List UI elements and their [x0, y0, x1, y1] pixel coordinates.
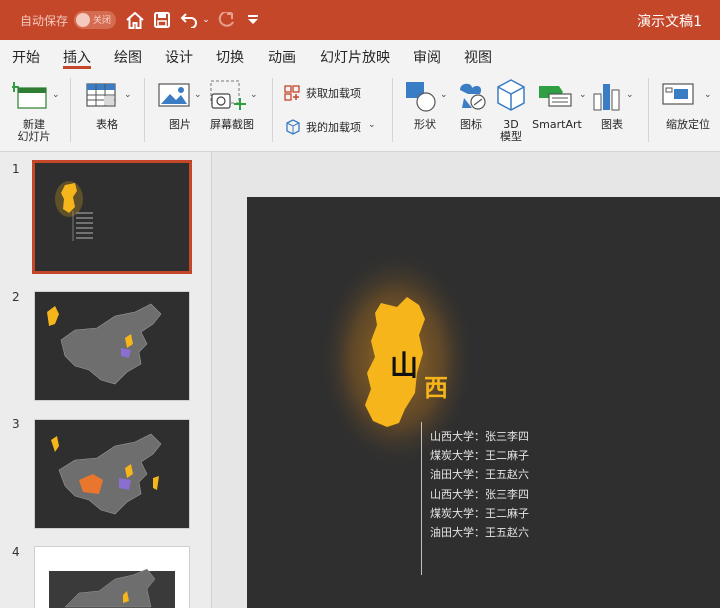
- customize-toolbar-icon[interactable]: [244, 9, 262, 31]
- tab-review[interactable]: 审阅: [413, 47, 441, 67]
- slide-number: 2: [12, 290, 20, 304]
- zoom-icon: [662, 83, 694, 105]
- tab-insert[interactable]: 插入: [63, 47, 91, 67]
- table-icon: [86, 83, 116, 107]
- tab-home[interactable]: 开始: [12, 47, 40, 67]
- document-title: 演示文稿1: [637, 14, 702, 30]
- tab-design[interactable]: 设计: [165, 47, 193, 67]
- slide-thumbnail-2[interactable]: [34, 291, 190, 401]
- smartart-icon: [539, 86, 572, 107]
- slide-title-char-2: 西: [424, 373, 448, 402]
- smartart-label: SmartArt: [532, 118, 582, 131]
- shanxi-map-graphic: [319, 249, 475, 469]
- slide-1-preview: [35, 163, 189, 271]
- screenshot-label: 屏幕截图: [210, 118, 254, 131]
- ribbon-separator: [648, 78, 649, 142]
- new-slide-icon: [12, 82, 47, 109]
- shapes-icon: [406, 82, 436, 112]
- autosave-toggle[interactable]: 关闭: [74, 11, 116, 29]
- chart-icon: [593, 84, 620, 111]
- my-addins-button[interactable]: 我的加载项 ⌄: [282, 116, 382, 146]
- chart-button[interactable]: ⌄ 图表: [590, 72, 642, 152]
- icons-button[interactable]: 图标: [452, 72, 490, 152]
- new-slide-button[interactable]: ⌄ 新建 幻灯片: [8, 72, 60, 152]
- get-addins-label: 获取加载项: [306, 87, 361, 100]
- toggle-state: 关闭: [93, 16, 112, 26]
- picture-button[interactable]: ⌄ 图片: [154, 72, 206, 152]
- slide-thumbnail-4[interactable]: [34, 546, 190, 608]
- autosave-label: 自动保存: [20, 14, 69, 28]
- slide-text-line: 煤炭大学：王二麻子: [430, 449, 529, 462]
- slide-text-line: 山西大学：张三李四: [430, 430, 529, 443]
- shapes-dropdown-icon[interactable]: ⌄: [440, 90, 448, 100]
- slide-number: 1: [12, 162, 20, 176]
- slide-text-line: 油田大学：王五赵六: [430, 526, 529, 539]
- 3d-model-label-2: 模型: [500, 130, 522, 143]
- slide-thumbnail-1[interactable]: [32, 160, 192, 274]
- slide-4-preview: [35, 547, 189, 608]
- current-slide[interactable]: [247, 197, 720, 608]
- ribbon-separator: [144, 78, 145, 142]
- table-button[interactable]: ⌄ 表格: [80, 72, 134, 152]
- save-icon[interactable]: [151, 9, 173, 31]
- slide-text-line: 煤炭大学：王二麻子: [430, 507, 529, 520]
- ribbon-insert: ⌄ 新建 幻灯片 ⌄ 表格 ⌄ 图片 ⌄ 屏幕截图 获取加载项 我的加载项 ⌄ …: [0, 72, 720, 152]
- get-addins-button[interactable]: 获取加载项: [282, 82, 382, 112]
- 3d-model-button[interactable]: 3D 模型: [493, 72, 529, 152]
- ribbon-separator: [392, 78, 393, 142]
- slide-number: 3: [12, 417, 20, 431]
- slide-thumbnail-3[interactable]: [34, 419, 190, 529]
- table-label: 表格: [96, 118, 118, 131]
- ribbon-separator: [70, 78, 71, 142]
- slide-number: 4: [12, 545, 20, 559]
- ribbon-separator: [272, 78, 273, 142]
- slide-divider-line: [421, 422, 422, 575]
- picture-dropdown-icon[interactable]: ⌄: [194, 90, 202, 100]
- undo-icon[interactable]: [178, 9, 200, 31]
- zoom-dropdown-icon[interactable]: ⌄: [704, 90, 712, 100]
- slide-title-char-1: 山: [390, 349, 419, 382]
- screenshot-icon: [210, 80, 246, 110]
- my-addins-label: 我的加载项: [306, 121, 361, 134]
- zoom-button[interactable]: ⌄ 缩放定位: [656, 72, 720, 152]
- slide-text-line: 山西大学：张三李四: [430, 488, 529, 501]
- icons-insert-icon: [460, 83, 486, 110]
- tab-slideshow[interactable]: 幻灯片放映: [320, 47, 390, 67]
- smartart-dropdown-icon[interactable]: ⌄: [579, 90, 587, 100]
- addins-grid-icon: [284, 85, 300, 101]
- redo-icon: [215, 9, 237, 31]
- title-bar: 自动保存 关闭 ⌄ 演示文稿1: [0, 0, 720, 40]
- chart-dropdown-icon[interactable]: ⌄: [626, 90, 634, 100]
- table-dropdown-icon[interactable]: ⌄: [124, 90, 132, 100]
- slide-2-preview: [35, 292, 189, 400]
- tab-view[interactable]: 视图: [464, 47, 492, 67]
- new-slide-label-2: 幻灯片: [17, 130, 51, 143]
- home-icon[interactable]: [124, 9, 146, 31]
- undo-dropdown-icon[interactable]: ⌄: [200, 9, 212, 31]
- chart-label: 图表: [601, 118, 623, 131]
- screenshot-button[interactable]: ⌄ 屏幕截图: [206, 72, 264, 152]
- shapes-button[interactable]: ⌄ 形状: [400, 72, 450, 152]
- tab-draw[interactable]: 绘图: [114, 47, 142, 67]
- my-addins-icon: [286, 119, 300, 135]
- slide-3-preview: [35, 420, 189, 528]
- zoom-label: 缩放定位: [666, 118, 710, 131]
- my-addins-dropdown-icon[interactable]: ⌄: [368, 120, 376, 130]
- screenshot-dropdown-icon[interactable]: ⌄: [250, 90, 258, 100]
- cube-icon: [497, 79, 525, 111]
- shapes-label: 形状: [414, 118, 436, 131]
- new-slide-dropdown-icon[interactable]: ⌄: [52, 90, 60, 100]
- tab-animations[interactable]: 动画: [268, 47, 296, 67]
- picture-icon: [158, 83, 190, 107]
- ribbon-tabs: 开始 插入 绘图 设计 切换 动画 幻灯片放映 审阅 视图: [0, 40, 720, 72]
- active-tab-indicator: [63, 66, 91, 69]
- slide-text-line: 油田大学：王五赵六: [430, 468, 529, 481]
- smartart-button[interactable]: ⌄ SmartArt: [531, 72, 587, 152]
- toggle-knob: [76, 13, 90, 27]
- tab-transitions[interactable]: 切换: [216, 47, 244, 67]
- picture-label: 图片: [169, 118, 191, 131]
- icons-label: 图标: [460, 118, 482, 131]
